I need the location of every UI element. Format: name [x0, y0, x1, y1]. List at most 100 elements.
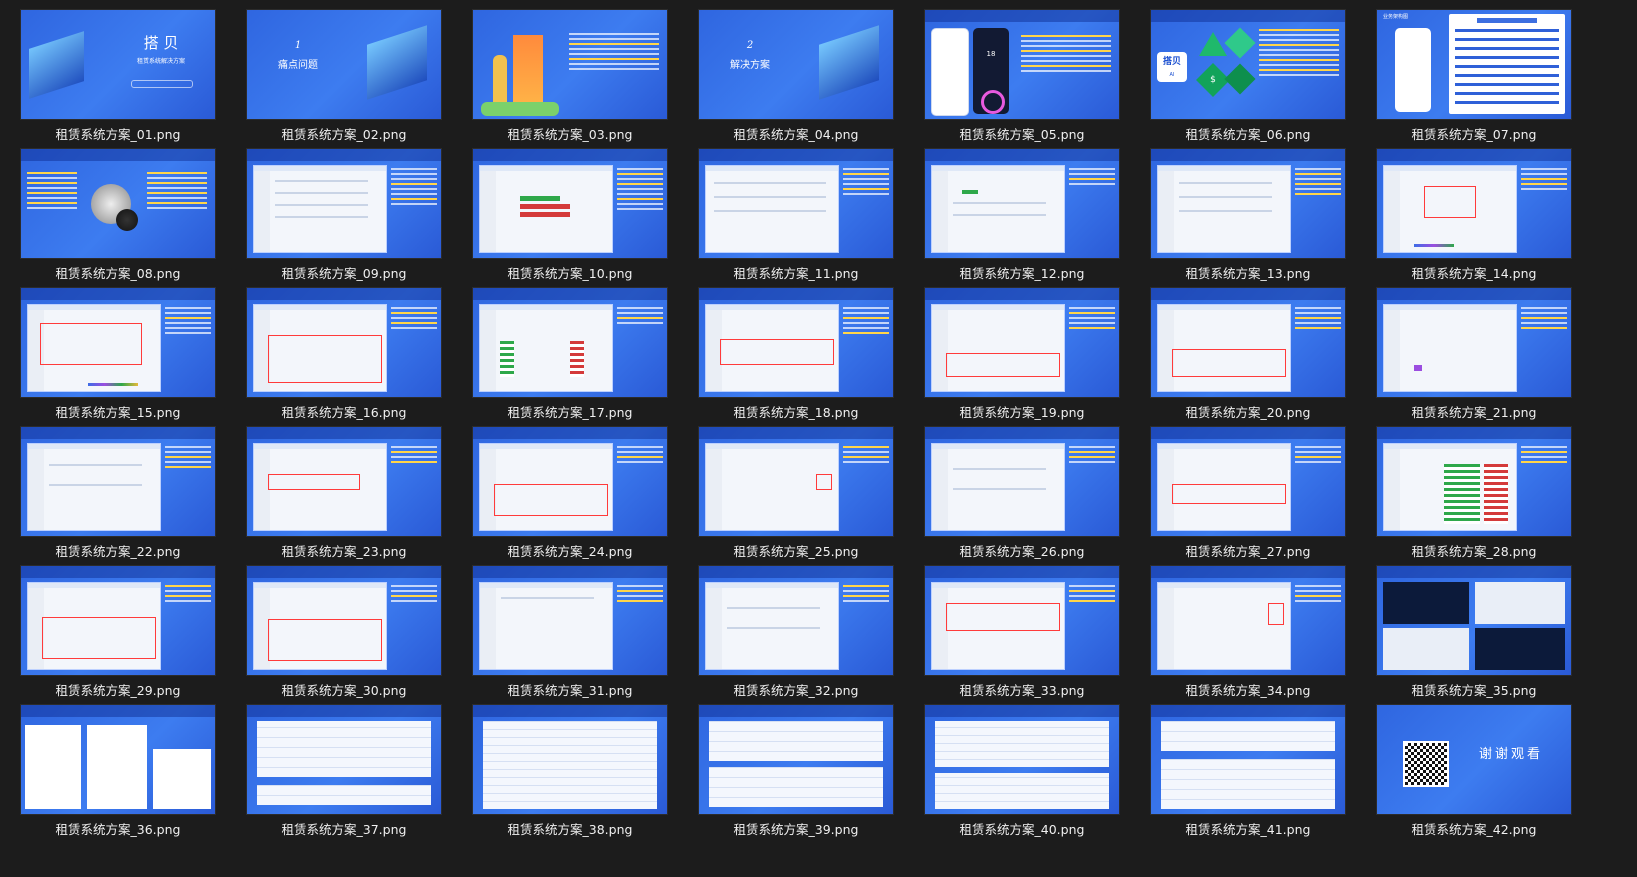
- thumbnail: [247, 566, 441, 675]
- file-name: 租赁系统方案_41.png: [1185, 822, 1311, 837]
- thanks-title: 谢谢观看: [1478, 747, 1543, 762]
- thumbnail: [473, 566, 667, 675]
- thumbnail: [247, 705, 441, 814]
- file-tile[interactable]: 租赁系统方案_18.png: [678, 278, 914, 423]
- thumbnail: [925, 288, 1119, 397]
- thumbnail: 谢谢观看: [1377, 705, 1571, 814]
- file-tile[interactable]: 租赁系统方案_14.png: [1356, 139, 1592, 284]
- thumbnail: [1151, 288, 1345, 397]
- thumbnail: [925, 149, 1119, 258]
- file-name: 租赁系统方案_36.png: [55, 822, 181, 837]
- thumbnail: [247, 149, 441, 258]
- file-tile[interactable]: 搭贝 AI $ 租赁系统方案_06.png: [1130, 0, 1366, 145]
- thumbnail: [925, 566, 1119, 675]
- file-tile[interactable]: 租赁系统方案_27.png: [1130, 417, 1366, 562]
- file-tile[interactable]: 租赁系统方案_40.png: [904, 695, 1140, 840]
- file-tile[interactable]: 租赁系统方案_30.png: [226, 556, 462, 701]
- thumbnail: [699, 149, 893, 258]
- section-number: 1: [294, 40, 302, 51]
- file-tile[interactable]: 租赁系统方案_17.png: [452, 278, 688, 423]
- file-tile[interactable]: 租赁系统方案_24.png: [452, 417, 688, 562]
- file-tile[interactable]: 租赁系统方案_28.png: [1356, 417, 1592, 562]
- cover-title: 搭 贝: [143, 34, 179, 52]
- section-number: 2: [746, 40, 754, 51]
- file-tile[interactable]: 租赁系统方案_11.png: [678, 139, 914, 284]
- file-tile[interactable]: 租赁系统方案_03.png: [452, 0, 688, 145]
- section-title: 痛点问题: [278, 60, 318, 71]
- thumbnail: 搭 贝 租赁系统解决方案: [21, 10, 215, 119]
- thumbnail: [1151, 705, 1345, 814]
- file-tile[interactable]: 租赁系统方案_09.png: [226, 139, 462, 284]
- file-tile[interactable]: 租赁系统方案_12.png: [904, 139, 1140, 284]
- file-tile[interactable]: 租赁系统方案_39.png: [678, 695, 914, 840]
- thumbnail: 18: [925, 10, 1119, 119]
- file-tile[interactable]: 搭 贝 租赁系统解决方案 租赁系统方案_01.png: [0, 0, 236, 145]
- thumbnail: [699, 288, 893, 397]
- thumbnail: [473, 10, 667, 119]
- dollar-icon: $: [1210, 75, 1216, 85]
- file-tile[interactable]: 1 痛点问题 租赁系统方案_02.png: [226, 0, 462, 145]
- file-name: 租赁系统方案_38.png: [507, 822, 633, 837]
- thumbnail: [1377, 288, 1571, 397]
- thumbnail: [699, 705, 893, 814]
- file-name: 租赁系统方案_40.png: [959, 822, 1085, 837]
- thumbnail: [925, 427, 1119, 536]
- file-tile[interactable]: 租赁系统方案_36.png: [0, 695, 236, 840]
- file-tile[interactable]: 租赁系统方案_16.png: [226, 278, 462, 423]
- file-name: 租赁系统方案_37.png: [281, 822, 407, 837]
- file-tile[interactable]: 租赁系统方案_35.png: [1356, 556, 1592, 701]
- thumbnail: [1151, 149, 1345, 258]
- file-tile[interactable]: 租赁系统方案_34.png: [1130, 556, 1366, 701]
- file-tile[interactable]: 租赁系统方案_37.png: [226, 695, 462, 840]
- thumbnail: [247, 427, 441, 536]
- thumbnail: [473, 427, 667, 536]
- file-tile[interactable]: 租赁系统方案_41.png: [1130, 695, 1366, 840]
- thumbnail: 搭贝 AI $: [1151, 10, 1345, 119]
- file-tile[interactable]: 租赁系统方案_32.png: [678, 556, 914, 701]
- thumbnail: [1377, 149, 1571, 258]
- file-tile[interactable]: 租赁系统方案_21.png: [1356, 278, 1592, 423]
- file-tile[interactable]: 租赁系统方案_22.png: [0, 417, 236, 562]
- phone-time: 18: [986, 50, 996, 58]
- section-title: 解决方案: [730, 60, 770, 71]
- thumbnail: [473, 705, 667, 814]
- file-tile[interactable]: 租赁系统方案_23.png: [226, 417, 462, 562]
- file-tile[interactable]: 2 解决方案 租赁系统方案_04.png: [678, 0, 914, 145]
- thumbnail: 2 解决方案: [699, 10, 893, 119]
- file-tile[interactable]: 业务架构图 租赁系统方案_07.png: [1356, 0, 1592, 145]
- thumbnail: [21, 566, 215, 675]
- thumbnail: [21, 288, 215, 397]
- file-tile[interactable]: 租赁系统方案_10.png: [452, 139, 688, 284]
- file-tile[interactable]: 租赁系统方案_20.png: [1130, 278, 1366, 423]
- file-tile[interactable]: 谢谢观看 租赁系统方案_42.png: [1356, 695, 1592, 840]
- thumbnail: [473, 149, 667, 258]
- file-tile[interactable]: 租赁系统方案_31.png: [452, 556, 688, 701]
- file-name: 租赁系统方案_39.png: [733, 822, 859, 837]
- file-tile[interactable]: 租赁系统方案_33.png: [904, 556, 1140, 701]
- file-tile[interactable]: 租赁系统方案_13.png: [1130, 139, 1366, 284]
- thumbnail: [21, 705, 215, 814]
- thumbnail: [21, 149, 215, 258]
- file-tile[interactable]: 租赁系统方案_19.png: [904, 278, 1140, 423]
- thumbnail: [247, 288, 441, 397]
- thumbnail: [699, 427, 893, 536]
- thumbnail: 1 痛点问题: [247, 10, 441, 119]
- thumbnail: [473, 288, 667, 397]
- file-tile[interactable]: 租赁系统方案_29.png: [0, 556, 236, 701]
- thumbnail: [1151, 427, 1345, 536]
- thumbnail: [21, 427, 215, 536]
- file-tile[interactable]: 租赁系统方案_25.png: [678, 417, 914, 562]
- thumbnail-grid: 搭 贝 租赁系统解决方案 租赁系统方案_01.png 1 痛点问题 租赁系统方案…: [0, 0, 1637, 877]
- file-tile[interactable]: 租赁系统方案_38.png: [452, 695, 688, 840]
- thumbnail: [925, 705, 1119, 814]
- slide-title: 业务架构图: [1383, 14, 1409, 20]
- cover-subtitle: 租赁系统解决方案: [136, 58, 185, 65]
- thumbnail: [699, 566, 893, 675]
- file-tile[interactable]: 18 租赁系统方案_05.png: [904, 0, 1140, 145]
- ai-label: AI: [1169, 72, 1175, 78]
- thumbnail: [1377, 427, 1571, 536]
- file-tile[interactable]: 租赁系统方案_15.png: [0, 278, 236, 423]
- file-name: 租赁系统方案_42.png: [1411, 822, 1537, 837]
- file-tile[interactable]: 租赁系统方案_08.png: [0, 139, 236, 284]
- file-tile[interactable]: 租赁系统方案_26.png: [904, 417, 1140, 562]
